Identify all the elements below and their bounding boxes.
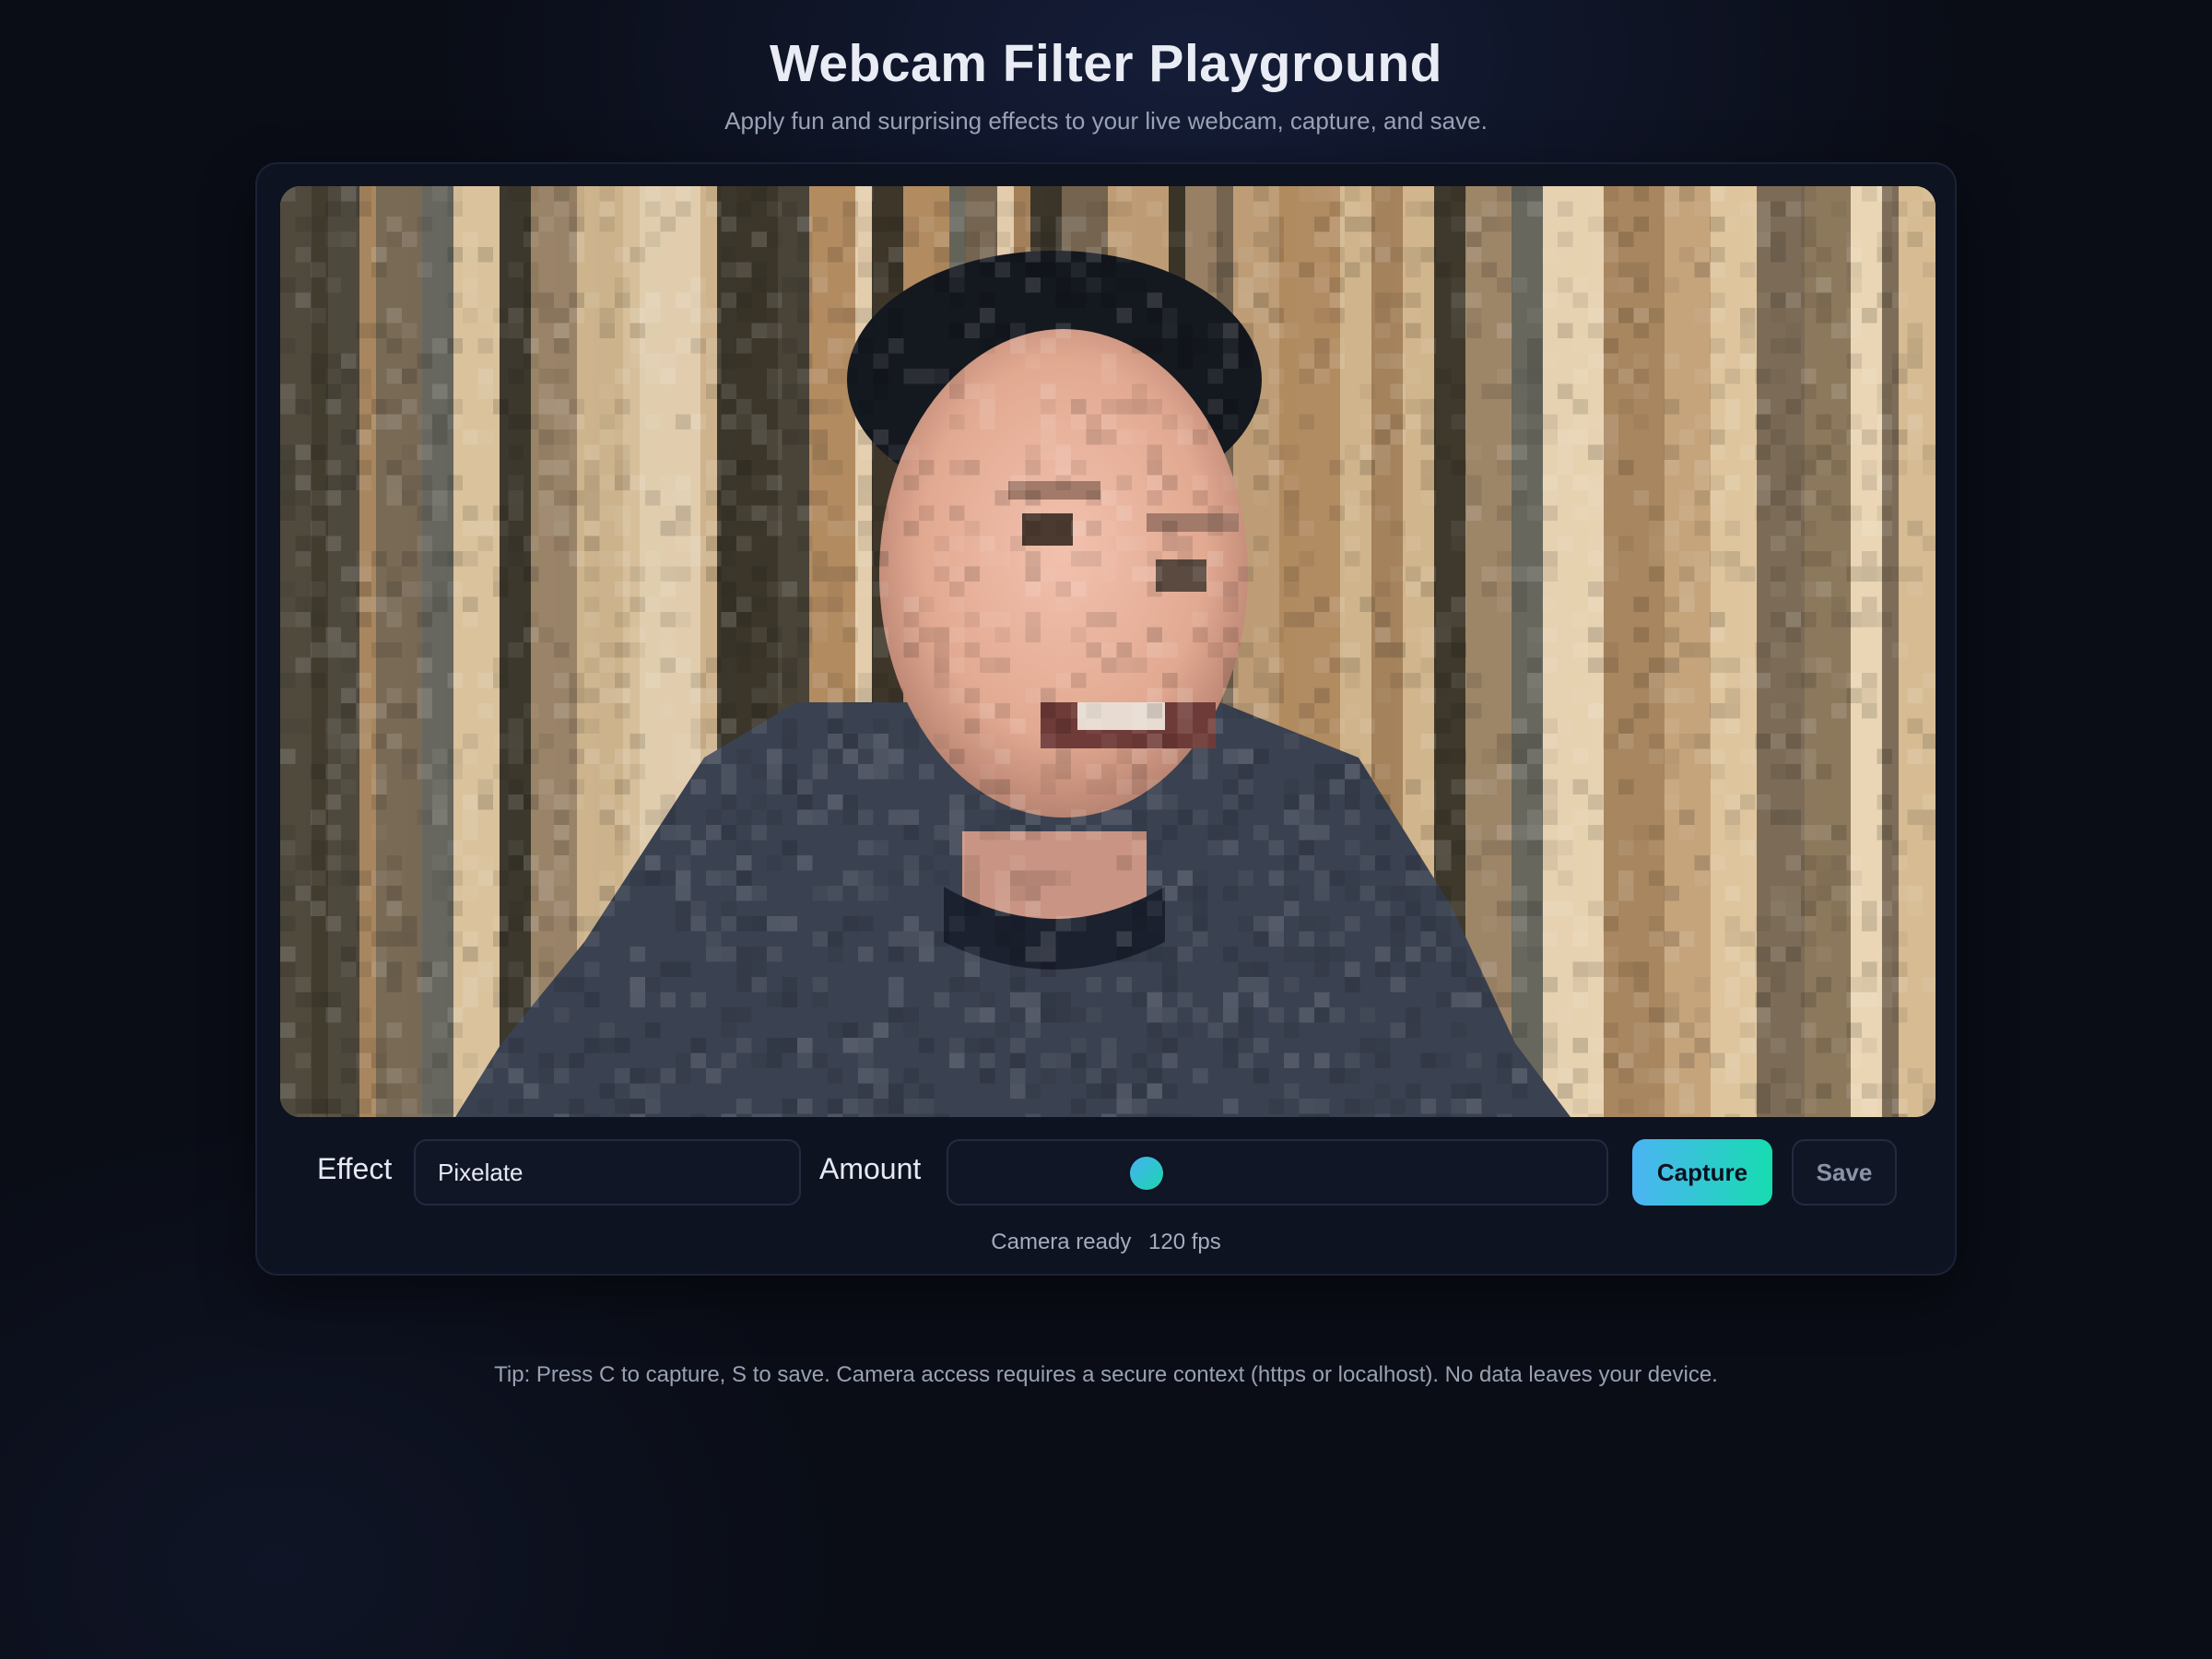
- capture-button[interactable]: Capture: [1632, 1139, 1772, 1206]
- amount-slider-thumb[interactable]: [1130, 1157, 1163, 1190]
- playground-card: Effect Pixelate Amount Capture Save Came…: [255, 162, 1957, 1276]
- status-line: Camera ready 120 fps: [257, 1230, 1955, 1255]
- pixelated-video-frame: [280, 186, 1936, 1117]
- effect-select[interactable]: Pixelate: [414, 1139, 801, 1206]
- save-button[interactable]: Save: [1792, 1139, 1897, 1206]
- webcam-preview: [280, 186, 1936, 1117]
- effect-label: Effect: [317, 1152, 393, 1185]
- amount-slider[interactable]: [947, 1139, 1608, 1206]
- tip-text: Tip: Press C to capture, S to save. Came…: [494, 1362, 1718, 1387]
- controls-row: Effect Pixelate Amount Capture Save: [257, 1139, 1955, 1206]
- page-title: Webcam Filter Playground: [770, 34, 1442, 93]
- page-subtitle: Apply fun and surprising effects to your…: [724, 107, 1488, 135]
- fps-readout: 120 fps: [1148, 1230, 1221, 1254]
- amount-label: Amount: [819, 1152, 922, 1185]
- camera-status: Camera ready: [991, 1230, 1132, 1254]
